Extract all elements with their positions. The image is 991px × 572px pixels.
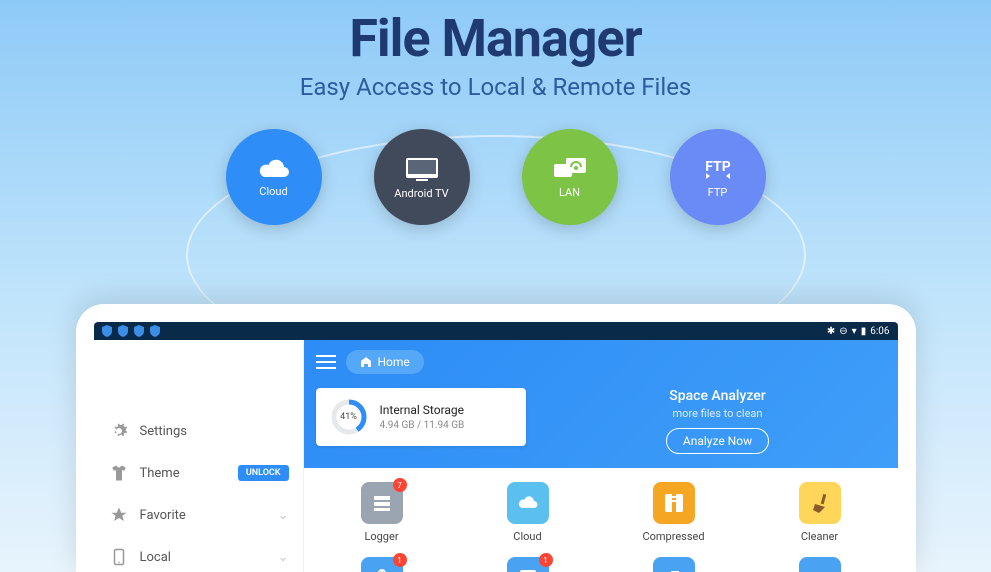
feature-cloud[interactable]: Cloud bbox=[226, 129, 322, 225]
logger-badge: 7 bbox=[393, 478, 407, 492]
shield-icon bbox=[134, 325, 144, 337]
shirt-icon bbox=[110, 464, 128, 482]
phone-icon bbox=[110, 548, 128, 566]
hero-title: File Manager bbox=[0, 8, 991, 69]
analyzer-subtitle: more files to clean bbox=[550, 407, 886, 420]
feature-ftp[interactable]: FTP FTP bbox=[670, 129, 766, 225]
app-badge: 1 bbox=[393, 553, 407, 567]
grid-item-logger[interactable]: 7 Logger bbox=[339, 482, 425, 543]
image-icon: 1 bbox=[507, 557, 549, 572]
gear-icon bbox=[110, 422, 128, 440]
music-icon bbox=[653, 557, 695, 572]
category-grid: 7 Logger Cloud Compressed bbox=[304, 468, 898, 557]
storage-detail: 4.94 GB / 11.94 GB bbox=[380, 420, 465, 431]
breadcrumb-home-label: Home bbox=[378, 355, 410, 369]
feature-lan-label: LAN bbox=[559, 186, 580, 199]
hero-subtitle: Easy Access to Local & Remote Files bbox=[0, 73, 991, 101]
status-time: 6:06 bbox=[870, 326, 889, 337]
storage-title: Internal Storage bbox=[380, 403, 465, 417]
tv-icon bbox=[402, 155, 442, 183]
grid-item-video[interactable] bbox=[777, 557, 863, 572]
zip-icon bbox=[653, 482, 695, 524]
feature-android-tv[interactable]: Android TV bbox=[374, 129, 470, 225]
cloud-tile-icon bbox=[507, 482, 549, 524]
android-icon: 1 bbox=[361, 557, 403, 572]
sidebar-item-theme[interactable]: Theme UNLOCK bbox=[94, 452, 303, 494]
cloud-label: Cloud bbox=[485, 530, 571, 543]
sidebar-theme-label: Theme bbox=[140, 466, 180, 481]
lan-icon bbox=[551, 156, 589, 182]
grid-item-app[interactable]: 1 bbox=[339, 557, 425, 572]
svg-text:FTP: FTP bbox=[705, 159, 731, 175]
cleaner-label: Cleaner bbox=[777, 530, 863, 543]
feature-lan[interactable]: LAN bbox=[522, 129, 618, 225]
grid-item-music[interactable] bbox=[631, 557, 717, 572]
storage-percent: 41% bbox=[340, 412, 357, 422]
logger-label: Logger bbox=[339, 530, 425, 543]
broom-icon bbox=[799, 482, 841, 524]
grid-item-cloud[interactable]: Cloud bbox=[485, 482, 571, 543]
sidebar-local-label: Local bbox=[140, 550, 171, 565]
feature-ftp-label: FTP bbox=[708, 186, 728, 199]
sidebar-favorite-label: Favorite bbox=[140, 508, 186, 523]
bluetooth-icon: ✱ bbox=[827, 326, 835, 337]
home-icon bbox=[360, 356, 372, 368]
compressed-label: Compressed bbox=[631, 530, 717, 543]
wifi-icon: ▾ bbox=[852, 326, 857, 337]
breadcrumb-home[interactable]: Home bbox=[346, 350, 424, 374]
chevron-down-icon: ⌄ bbox=[278, 550, 289, 565]
sidebar-item-local[interactable]: Local ⌄ bbox=[94, 536, 303, 572]
battery-icon: ▮ bbox=[861, 326, 867, 337]
image-badge: 1 bbox=[539, 553, 553, 567]
sidebar-item-favorite[interactable]: Favorite ⌄ bbox=[94, 494, 303, 536]
shield-icon bbox=[150, 325, 160, 337]
ftp-icon: FTP bbox=[698, 156, 738, 182]
feature-cloud-label: Cloud bbox=[259, 185, 287, 198]
shield-icon bbox=[102, 325, 112, 337]
status-bar: ✱ ⊖ ▾ ▮ 6:06 bbox=[94, 322, 898, 340]
analyze-button[interactable]: Analyze Now bbox=[666, 428, 769, 454]
category-grid-row2: 1 1 bbox=[304, 557, 898, 572]
grid-item-compressed[interactable]: Compressed bbox=[631, 482, 717, 543]
feature-tv-label: Android TV bbox=[394, 187, 448, 200]
logger-icon: 7 bbox=[361, 482, 403, 524]
tablet-frame: ✱ ⊖ ▾ ▮ 6:06 Settings Theme UNLOCK bbox=[76, 304, 916, 572]
analyzer-title: Space Analyzer bbox=[550, 388, 886, 404]
unlock-badge[interactable]: UNLOCK bbox=[238, 465, 289, 481]
sidebar: Settings Theme UNLOCK Favorite ⌄ Local ⌄ bbox=[94, 340, 304, 572]
storage-donut: 41% bbox=[330, 398, 368, 436]
cloud-icon bbox=[256, 157, 292, 181]
chevron-down-icon: ⌄ bbox=[278, 508, 289, 523]
app-header: Home 41% Internal Storage 4.94 GB / 11.9… bbox=[304, 340, 898, 468]
sidebar-settings-label: Settings bbox=[140, 424, 187, 439]
video-icon bbox=[799, 557, 841, 572]
menu-icon[interactable] bbox=[316, 354, 336, 370]
storage-card[interactable]: 41% Internal Storage 4.94 GB / 11.94 GB bbox=[316, 388, 526, 446]
dnd-icon: ⊖ bbox=[839, 326, 847, 337]
grid-item-image[interactable]: 1 bbox=[485, 557, 571, 572]
shield-icon bbox=[118, 325, 128, 337]
sidebar-item-settings[interactable]: Settings bbox=[94, 410, 303, 452]
star-icon bbox=[110, 506, 128, 524]
space-analyzer: Space Analyzer more files to clean Analy… bbox=[550, 388, 886, 454]
grid-item-cleaner[interactable]: Cleaner bbox=[777, 482, 863, 543]
